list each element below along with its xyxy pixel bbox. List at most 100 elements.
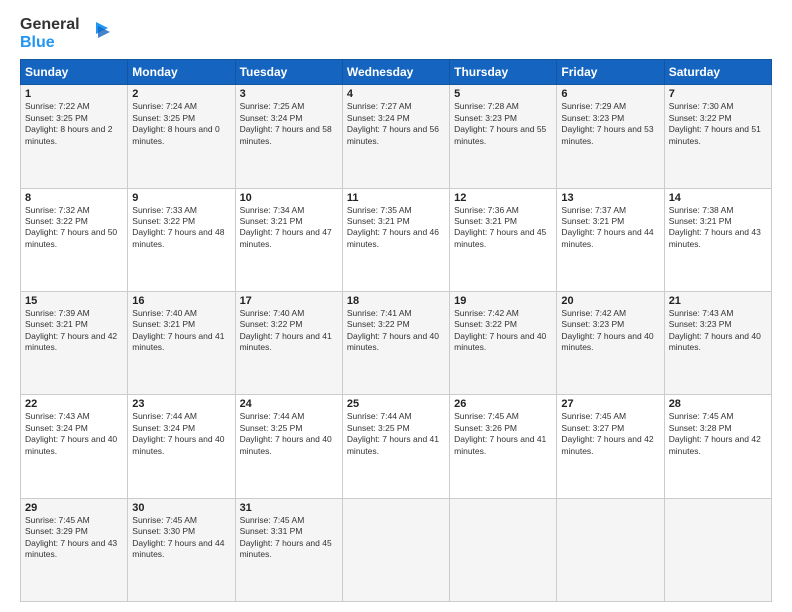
day-info: Sunrise: 7:35 AMSunset: 3:21 PMDaylight:… bbox=[347, 205, 445, 251]
calendar-cell bbox=[557, 498, 664, 601]
calendar-cell: 28Sunrise: 7:45 AMSunset: 3:28 PMDayligh… bbox=[664, 395, 771, 498]
day-number: 5 bbox=[454, 88, 552, 100]
calendar-header-row: SundayMondayTuesdayWednesdayThursdayFrid… bbox=[21, 60, 772, 85]
calendar-cell: 10Sunrise: 7:34 AMSunset: 3:21 PMDayligh… bbox=[235, 188, 342, 291]
logo-flag-icon bbox=[82, 20, 110, 48]
day-number: 2 bbox=[132, 88, 230, 100]
calendar-cell: 17Sunrise: 7:40 AMSunset: 3:22 PMDayligh… bbox=[235, 291, 342, 394]
day-info: Sunrise: 7:40 AMSunset: 3:22 PMDaylight:… bbox=[240, 308, 338, 354]
calendar-header-friday: Friday bbox=[557, 60, 664, 85]
day-info: Sunrise: 7:42 AMSunset: 3:23 PMDaylight:… bbox=[561, 308, 659, 354]
calendar-header-saturday: Saturday bbox=[664, 60, 771, 85]
day-number: 30 bbox=[132, 502, 230, 514]
calendar-cell: 16Sunrise: 7:40 AMSunset: 3:21 PMDayligh… bbox=[128, 291, 235, 394]
day-info: Sunrise: 7:25 AMSunset: 3:24 PMDaylight:… bbox=[240, 101, 338, 147]
calendar-cell: 3Sunrise: 7:25 AMSunset: 3:24 PMDaylight… bbox=[235, 85, 342, 188]
calendar-cell: 7Sunrise: 7:30 AMSunset: 3:22 PMDaylight… bbox=[664, 85, 771, 188]
day-info: Sunrise: 7:43 AMSunset: 3:23 PMDaylight:… bbox=[669, 308, 767, 354]
day-number: 19 bbox=[454, 295, 552, 307]
calendar-week-row: 15Sunrise: 7:39 AMSunset: 3:21 PMDayligh… bbox=[21, 291, 772, 394]
day-info: Sunrise: 7:38 AMSunset: 3:21 PMDaylight:… bbox=[669, 205, 767, 251]
logo: General Blue bbox=[20, 16, 110, 51]
day-number: 10 bbox=[240, 192, 338, 204]
day-info: Sunrise: 7:43 AMSunset: 3:24 PMDaylight:… bbox=[25, 411, 123, 457]
calendar-cell: 22Sunrise: 7:43 AMSunset: 3:24 PMDayligh… bbox=[21, 395, 128, 498]
day-info: Sunrise: 7:28 AMSunset: 3:23 PMDaylight:… bbox=[454, 101, 552, 147]
day-number: 12 bbox=[454, 192, 552, 204]
calendar-cell: 4Sunrise: 7:27 AMSunset: 3:24 PMDaylight… bbox=[342, 85, 449, 188]
day-info: Sunrise: 7:40 AMSunset: 3:21 PMDaylight:… bbox=[132, 308, 230, 354]
calendar-cell: 25Sunrise: 7:44 AMSunset: 3:25 PMDayligh… bbox=[342, 395, 449, 498]
day-number: 17 bbox=[240, 295, 338, 307]
day-info: Sunrise: 7:37 AMSunset: 3:21 PMDaylight:… bbox=[561, 205, 659, 251]
day-info: Sunrise: 7:32 AMSunset: 3:22 PMDaylight:… bbox=[25, 205, 123, 251]
calendar-cell: 30Sunrise: 7:45 AMSunset: 3:30 PMDayligh… bbox=[128, 498, 235, 601]
day-number: 3 bbox=[240, 88, 338, 100]
day-number: 24 bbox=[240, 398, 338, 410]
calendar-cell: 11Sunrise: 7:35 AMSunset: 3:21 PMDayligh… bbox=[342, 188, 449, 291]
logo-container: General Blue bbox=[20, 16, 110, 51]
day-info: Sunrise: 7:34 AMSunset: 3:21 PMDaylight:… bbox=[240, 205, 338, 251]
day-number: 20 bbox=[561, 295, 659, 307]
calendar-cell: 13Sunrise: 7:37 AMSunset: 3:21 PMDayligh… bbox=[557, 188, 664, 291]
day-number: 6 bbox=[561, 88, 659, 100]
calendar-cell: 23Sunrise: 7:44 AMSunset: 3:24 PMDayligh… bbox=[128, 395, 235, 498]
calendar-cell: 31Sunrise: 7:45 AMSunset: 3:31 PMDayligh… bbox=[235, 498, 342, 601]
calendar-cell: 2Sunrise: 7:24 AMSunset: 3:25 PMDaylight… bbox=[128, 85, 235, 188]
day-info: Sunrise: 7:27 AMSunset: 3:24 PMDaylight:… bbox=[347, 101, 445, 147]
day-number: 25 bbox=[347, 398, 445, 410]
calendar-cell: 27Sunrise: 7:45 AMSunset: 3:27 PMDayligh… bbox=[557, 395, 664, 498]
day-info: Sunrise: 7:39 AMSunset: 3:21 PMDaylight:… bbox=[25, 308, 123, 354]
day-info: Sunrise: 7:22 AMSunset: 3:25 PMDaylight:… bbox=[25, 101, 123, 147]
calendar-cell: 24Sunrise: 7:44 AMSunset: 3:25 PMDayligh… bbox=[235, 395, 342, 498]
day-number: 9 bbox=[132, 192, 230, 204]
day-number: 16 bbox=[132, 295, 230, 307]
day-info: Sunrise: 7:29 AMSunset: 3:23 PMDaylight:… bbox=[561, 101, 659, 147]
logo-blue: Blue bbox=[20, 34, 80, 52]
day-number: 23 bbox=[132, 398, 230, 410]
calendar-header-thursday: Thursday bbox=[450, 60, 557, 85]
day-info: Sunrise: 7:45 AMSunset: 3:26 PMDaylight:… bbox=[454, 411, 552, 457]
calendar-cell: 6Sunrise: 7:29 AMSunset: 3:23 PMDaylight… bbox=[557, 85, 664, 188]
calendar-cell: 12Sunrise: 7:36 AMSunset: 3:21 PMDayligh… bbox=[450, 188, 557, 291]
logo-text: General Blue bbox=[20, 16, 80, 51]
day-info: Sunrise: 7:45 AMSunset: 3:29 PMDaylight:… bbox=[25, 515, 123, 561]
day-number: 18 bbox=[347, 295, 445, 307]
calendar-cell bbox=[450, 498, 557, 601]
calendar-cell bbox=[664, 498, 771, 601]
day-number: 13 bbox=[561, 192, 659, 204]
day-number: 27 bbox=[561, 398, 659, 410]
calendar-cell: 15Sunrise: 7:39 AMSunset: 3:21 PMDayligh… bbox=[21, 291, 128, 394]
day-number: 7 bbox=[669, 88, 767, 100]
day-number: 1 bbox=[25, 88, 123, 100]
day-number: 15 bbox=[25, 295, 123, 307]
day-number: 11 bbox=[347, 192, 445, 204]
logo-general: General bbox=[20, 16, 80, 34]
calendar-header-tuesday: Tuesday bbox=[235, 60, 342, 85]
day-number: 22 bbox=[25, 398, 123, 410]
calendar-cell: 8Sunrise: 7:32 AMSunset: 3:22 PMDaylight… bbox=[21, 188, 128, 291]
calendar-cell: 14Sunrise: 7:38 AMSunset: 3:21 PMDayligh… bbox=[664, 188, 771, 291]
calendar-header-monday: Monday bbox=[128, 60, 235, 85]
calendar-cell: 21Sunrise: 7:43 AMSunset: 3:23 PMDayligh… bbox=[664, 291, 771, 394]
day-info: Sunrise: 7:42 AMSunset: 3:22 PMDaylight:… bbox=[454, 308, 552, 354]
calendar-cell bbox=[342, 498, 449, 601]
day-number: 29 bbox=[25, 502, 123, 514]
calendar-cell: 29Sunrise: 7:45 AMSunset: 3:29 PMDayligh… bbox=[21, 498, 128, 601]
header: General Blue bbox=[20, 16, 772, 51]
calendar-cell: 9Sunrise: 7:33 AMSunset: 3:22 PMDaylight… bbox=[128, 188, 235, 291]
page: General Blue SundayMondayTuesdayWednesda… bbox=[0, 0, 792, 612]
day-number: 26 bbox=[454, 398, 552, 410]
day-info: Sunrise: 7:44 AMSunset: 3:25 PMDaylight:… bbox=[240, 411, 338, 457]
calendar-week-row: 8Sunrise: 7:32 AMSunset: 3:22 PMDaylight… bbox=[21, 188, 772, 291]
day-info: Sunrise: 7:44 AMSunset: 3:25 PMDaylight:… bbox=[347, 411, 445, 457]
day-number: 21 bbox=[669, 295, 767, 307]
calendar-cell: 26Sunrise: 7:45 AMSunset: 3:26 PMDayligh… bbox=[450, 395, 557, 498]
day-info: Sunrise: 7:45 AMSunset: 3:27 PMDaylight:… bbox=[561, 411, 659, 457]
day-number: 28 bbox=[669, 398, 767, 410]
day-info: Sunrise: 7:44 AMSunset: 3:24 PMDaylight:… bbox=[132, 411, 230, 457]
calendar-cell: 20Sunrise: 7:42 AMSunset: 3:23 PMDayligh… bbox=[557, 291, 664, 394]
calendar-table: SundayMondayTuesdayWednesdayThursdayFrid… bbox=[20, 59, 772, 602]
day-number: 31 bbox=[240, 502, 338, 514]
calendar-cell: 18Sunrise: 7:41 AMSunset: 3:22 PMDayligh… bbox=[342, 291, 449, 394]
